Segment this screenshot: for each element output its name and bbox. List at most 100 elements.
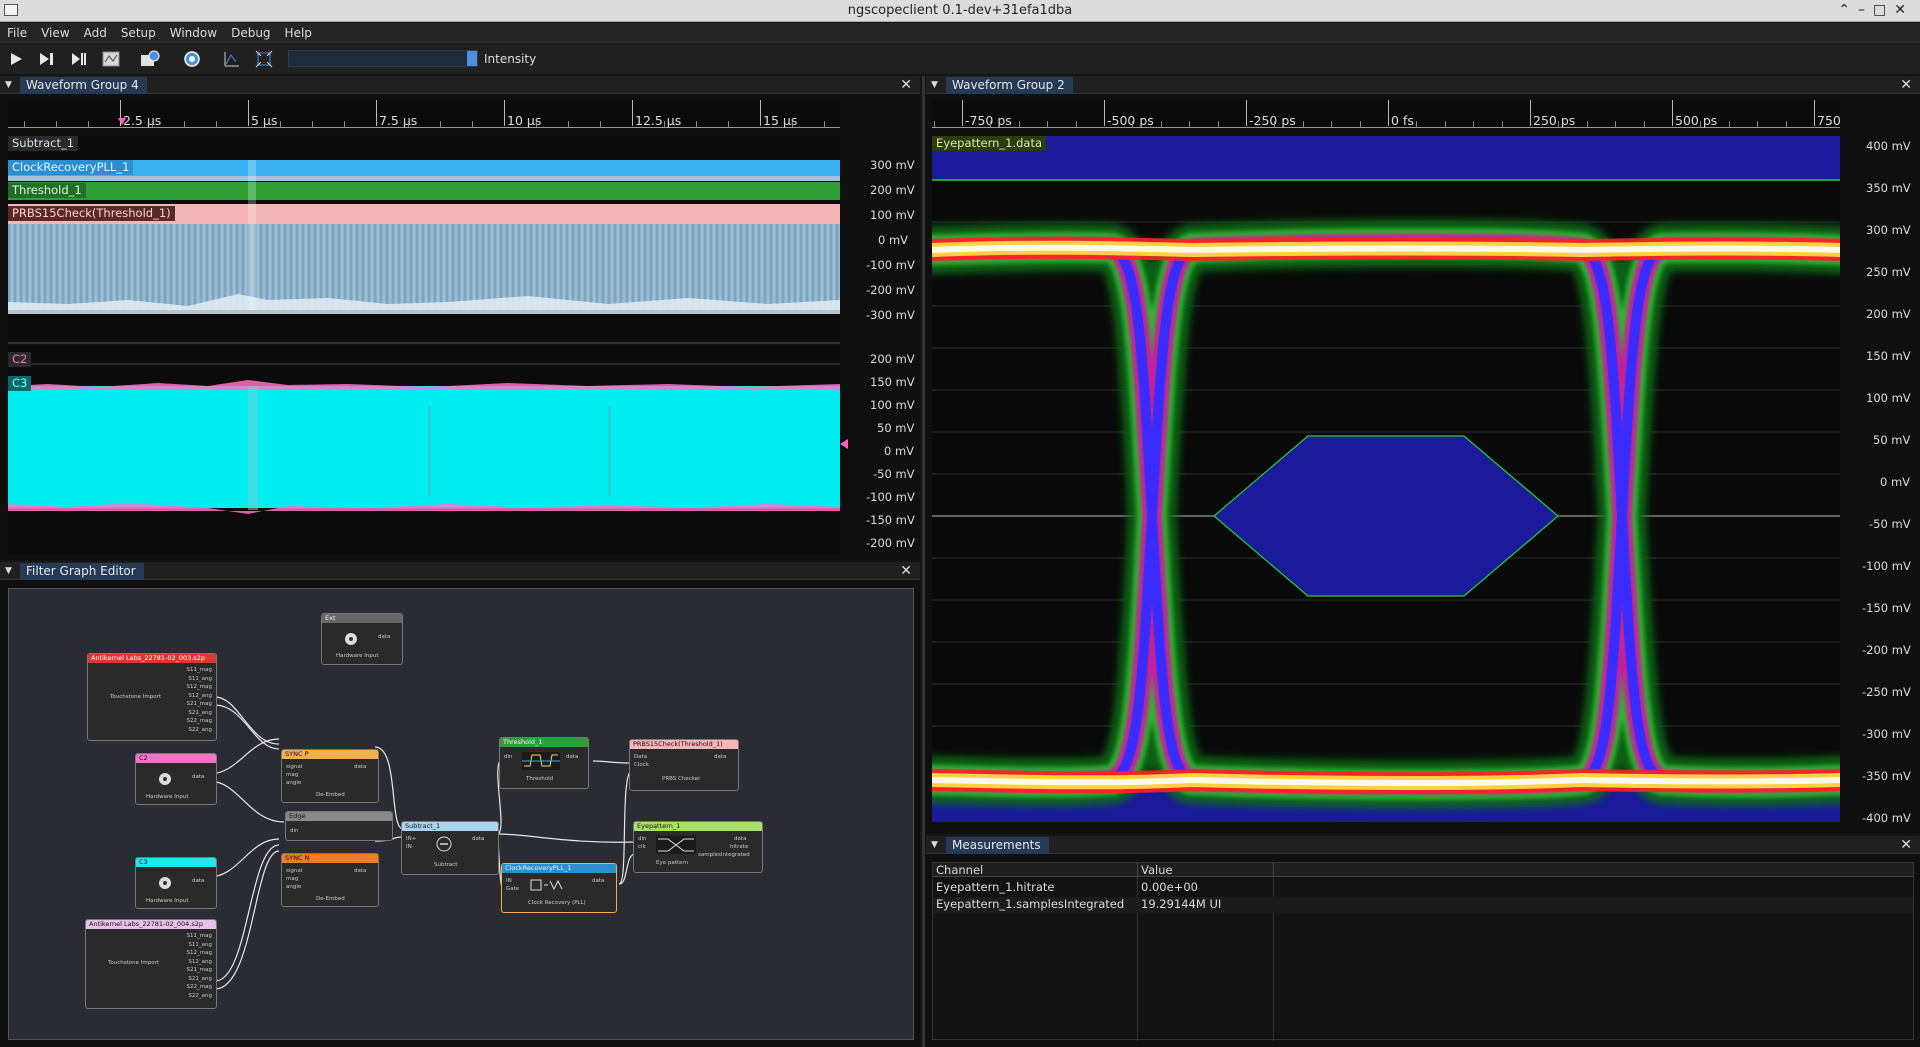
- node-ext[interactable]: Ext data Hardware Input: [321, 613, 403, 665]
- port-out[interactable]: S22_mag: [187, 983, 212, 992]
- eye-time-axis[interactable]: -750 ps -500 ps -250 ps 0 fs 250 ps 500 …: [932, 100, 1841, 128]
- window-close-button[interactable]: ✕: [1894, 2, 1914, 18]
- cursor-icon[interactable]: [221, 49, 241, 69]
- intensity-slider-handle[interactable]: [467, 51, 477, 66]
- port-out[interactable]: S11_mag: [187, 666, 212, 675]
- intensity-slider[interactable]: [288, 50, 478, 67]
- menu-debug[interactable]: Debug: [224, 23, 277, 40]
- node-sync-n[interactable]: SYNC N signal mag angle data De-Embed: [281, 853, 379, 907]
- port-out[interactable]: data: [566, 754, 578, 760]
- port-out[interactable]: S11_ang: [187, 941, 212, 950]
- node-subtract[interactable]: Subtract_1 IN+ IN- data Subtract: [401, 821, 499, 875]
- close-icon[interactable]: ✕: [1900, 837, 1912, 853]
- history-icon[interactable]: [140, 49, 160, 69]
- port-out[interactable]: S21_ang: [187, 709, 212, 718]
- node-threshold[interactable]: Threshold_1 din data Threshold: [499, 737, 589, 789]
- port-in[interactable]: signal: [286, 868, 302, 874]
- waveform-area-2[interactable]: C2 C3: [8, 346, 840, 554]
- window-maximize-button[interactable]: □: [1873, 2, 1894, 18]
- area-divider[interactable]: [8, 342, 840, 344]
- port-in[interactable]: Gate: [506, 886, 519, 892]
- window-minimize-button[interactable]: –: [1858, 2, 1873, 18]
- waveform-area-1[interactable]: Subtract_1 ClockRecoveryPLL_1 Threshold_…: [8, 136, 840, 341]
- channel-label-subtract[interactable]: Subtract_1: [8, 136, 79, 151]
- port-in[interactable]: Data: [634, 754, 647, 760]
- menu-view[interactable]: View: [34, 23, 76, 40]
- window-shade-button[interactable]: ⌃: [1838, 2, 1858, 18]
- port-out[interactable]: S11_mag: [187, 932, 212, 941]
- run-icon[interactable]: [6, 49, 26, 69]
- node-touchstone-1[interactable]: Antikernel Labs_22781-02_003.s2p Touchst…: [87, 653, 217, 741]
- port-out[interactable]: hitrate: [730, 844, 748, 850]
- port-out[interactable]: S21_mag: [187, 966, 212, 975]
- port-in[interactable]: din: [638, 836, 647, 842]
- menu-file[interactable]: File: [0, 23, 34, 40]
- channel-label-c2[interactable]: C2: [8, 352, 32, 367]
- port-out[interactable]: S12_ang: [187, 958, 212, 967]
- filter-graph-canvas[interactable]: Ext data Hardware Input Antikernel Labs_…: [8, 588, 914, 1040]
- menu-help[interactable]: Help: [278, 23, 319, 40]
- collapse-triangle-icon[interactable]: ▼: [5, 80, 12, 90]
- offset-marker-icon[interactable]: [840, 439, 848, 449]
- node-prbs-check[interactable]: PRBS15Check(Threshold_1) Data Clock data…: [629, 739, 739, 791]
- port-out[interactable]: S22_ang: [187, 992, 212, 1001]
- port-out[interactable]: data: [592, 878, 604, 884]
- port-out[interactable]: data: [192, 774, 204, 780]
- port-out[interactable]: data: [714, 754, 726, 760]
- port-in[interactable]: Clock: [634, 762, 649, 768]
- port-in[interactable]: angle: [286, 884, 301, 890]
- port-out[interactable]: S11_ang: [187, 675, 212, 684]
- force-trigger-icon[interactable]: [69, 49, 89, 69]
- autofit-icon[interactable]: [254, 49, 274, 69]
- node-eyepattern[interactable]: Eyepattern_1 din clk data hitrate sample…: [633, 821, 763, 873]
- node-touchstone-2[interactable]: Antikernel Labs_22781-02_004.s2p Touchst…: [85, 919, 217, 1009]
- menu-setup[interactable]: Setup: [114, 23, 163, 40]
- port-in[interactable]: IN+: [406, 836, 416, 842]
- port-out[interactable]: S12_ang: [187, 692, 212, 701]
- port-out[interactable]: S12_mag: [187, 683, 212, 692]
- port-out[interactable]: data: [734, 836, 746, 842]
- table-row[interactable]: Eyepattern_1.samplesIntegrated 19.29144M…: [933, 897, 1913, 913]
- column-header-channel[interactable]: Channel: [933, 863, 1137, 877]
- port-in[interactable]: angle: [286, 780, 301, 786]
- port-out[interactable]: S21_ang: [187, 975, 212, 984]
- tab-filter-graph-editor[interactable]: Filter Graph Editor: [20, 563, 144, 580]
- node-c3[interactable]: C3 data Hardware Input: [135, 857, 217, 909]
- channel-label-eyepattern[interactable]: Eyepattern_1.data: [932, 136, 1047, 151]
- port-out[interactable]: samplesIntegrated: [698, 852, 750, 858]
- tab-waveform-group-4[interactable]: Waveform Group 4: [20, 77, 147, 94]
- port-out[interactable]: S12_mag: [187, 949, 212, 958]
- menu-add[interactable]: Add: [77, 23, 114, 40]
- single-trigger-icon[interactable]: [37, 49, 57, 69]
- port-in[interactable]: signal: [286, 764, 302, 770]
- close-icon[interactable]: ✕: [900, 563, 912, 579]
- port-out[interactable]: data: [192, 878, 204, 884]
- collapse-triangle-icon[interactable]: ▼: [931, 80, 938, 90]
- menu-window[interactable]: Window: [163, 23, 224, 40]
- node-edge[interactable]: Edge din: [285, 811, 393, 841]
- port-in[interactable]: clk: [638, 844, 646, 850]
- time-axis[interactable]: 2.5 µs 5 µs 7.5 µs 10 µs 12.5 µs 15 µs: [8, 100, 840, 128]
- port-in[interactable]: IN-: [406, 844, 414, 850]
- close-icon[interactable]: ✕: [900, 77, 912, 93]
- node-sync-p[interactable]: SYNC P signal mag angle data De-Embed: [281, 749, 379, 803]
- vertical-splitter[interactable]: [922, 76, 925, 1047]
- channel-label-prbs-check[interactable]: PRBS15Check(Threshold_1): [8, 206, 175, 221]
- collapse-triangle-icon[interactable]: ▼: [5, 566, 12, 576]
- port-out[interactable]: data: [378, 634, 390, 640]
- port-in[interactable]: mag: [286, 772, 298, 778]
- channel-label-threshold[interactable]: Threshold_1: [8, 183, 86, 198]
- trigger-marker-icon[interactable]: [118, 118, 126, 126]
- port-out[interactable]: S22_mag: [187, 717, 212, 726]
- port-out[interactable]: S22_ang: [187, 726, 212, 735]
- port-out[interactable]: data: [354, 868, 366, 874]
- channel-label-clock-recovery[interactable]: ClockRecoveryPLL_1: [8, 160, 134, 175]
- close-icon[interactable]: ✕: [1900, 77, 1912, 93]
- eye-plot-area[interactable]: Eyepattern_1.data: [932, 136, 1840, 822]
- tab-measurements[interactable]: Measurements: [946, 837, 1049, 854]
- stop-icon[interactable]: [101, 49, 121, 69]
- port-out[interactable]: S21_mag: [187, 700, 212, 709]
- collapse-triangle-icon[interactable]: ▼: [931, 840, 938, 850]
- channel-label-c3[interactable]: C3: [8, 376, 32, 391]
- column-header-value[interactable]: Value: [1137, 863, 1273, 877]
